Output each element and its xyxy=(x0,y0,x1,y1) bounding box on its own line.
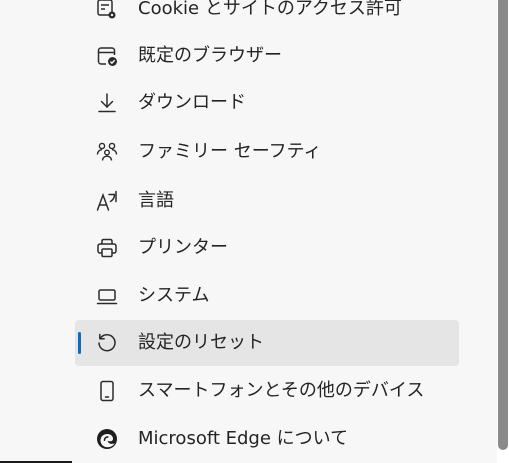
selection-indicator xyxy=(78,332,81,354)
sidebar-item-system[interactable]: システム xyxy=(75,273,459,319)
cookie-site-permissions-icon xyxy=(95,0,119,21)
default-browser-icon xyxy=(95,44,119,68)
family-safety-icon xyxy=(95,140,119,164)
sidebar-item-about-edge[interactable]: Microsoft Edge について xyxy=(75,416,459,462)
sidebar-item-label: Microsoft Edge について xyxy=(138,428,349,449)
sidebar-item-label: ファミリー セーフティ xyxy=(138,141,322,162)
sidebar-item-label: 言語 xyxy=(138,190,174,211)
settings-sidebar: Cookie とサイトのアクセス許可 既定のブラウザー ダウンロード ファミリー… xyxy=(0,0,497,463)
download-icon xyxy=(95,91,119,115)
phone-icon xyxy=(95,379,119,403)
sidebar-item-label: Cookie とサイトのアクセス許可 xyxy=(138,0,402,19)
sidebar-item-downloads[interactable]: ダウンロード xyxy=(75,80,459,126)
sidebar-item-languages[interactable]: 言語 xyxy=(75,178,459,224)
sidebar-item-cookies-site-permissions[interactable]: Cookie とサイトのアクセス許可 xyxy=(75,0,459,32)
sidebar-item-family-safety[interactable]: ファミリー セーフティ xyxy=(75,129,459,175)
sidebar-item-reset-settings[interactable]: 設定のリセット xyxy=(75,320,459,366)
sidebar-item-label: スマートフォンとその他のデバイス xyxy=(138,380,425,401)
sidebar-item-phone-devices[interactable]: スマートフォンとその他のデバイス xyxy=(75,368,459,414)
scrollbar-thumb[interactable] xyxy=(498,0,508,450)
reset-icon xyxy=(95,331,119,355)
sidebar-item-label: 既定のブラウザー xyxy=(138,45,282,66)
sidebar-item-label: プリンター xyxy=(138,237,228,258)
system-laptop-icon xyxy=(95,284,119,308)
printer-icon xyxy=(95,236,119,260)
sidebar-item-default-browser[interactable]: 既定のブラウザー xyxy=(75,33,459,79)
sidebar-item-label: 設定のリセット xyxy=(138,332,264,353)
language-icon xyxy=(95,189,119,213)
edge-logo-icon xyxy=(95,427,119,451)
sidebar-item-label: ダウンロード xyxy=(138,92,246,113)
sidebar-item-label: システム xyxy=(138,285,210,306)
sidebar-item-printers[interactable]: プリンター xyxy=(75,225,459,271)
